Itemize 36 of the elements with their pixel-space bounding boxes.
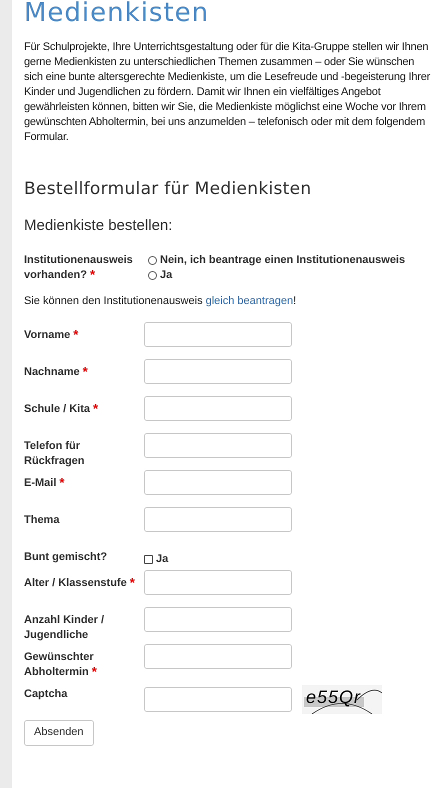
radio-button[interactable] xyxy=(148,256,157,265)
apply-link[interactable]: gleich beantragen xyxy=(206,295,294,307)
field-label: Institutionenausweis vorhanden? * xyxy=(24,254,133,281)
input-field[interactable] xyxy=(144,644,292,668)
field-label: Alter / Klassenstufe * xyxy=(24,576,135,588)
input-field[interactable] xyxy=(144,322,292,346)
radio-button[interactable] xyxy=(148,271,157,280)
radio-label: Nein, ich beantrage einen Institutionenausweis xyxy=(160,253,406,268)
input-field[interactable] xyxy=(144,606,292,632)
field-label: Telefon für Rückfragen xyxy=(24,440,85,466)
page-title: Medienkisten xyxy=(24,0,210,28)
captcha-image: e55Qr xyxy=(302,684,382,714)
checkbox[interactable] xyxy=(144,555,153,564)
submit-button[interactable]: Absenden xyxy=(24,720,94,746)
field-label: Bunt gemischt? xyxy=(24,550,108,562)
field-label: E-Mail * xyxy=(24,476,64,488)
radio-label: Ja xyxy=(160,268,172,284)
note-text: Sie können den Institutionenausweis gleich beantragen! xyxy=(24,294,298,309)
input-field[interactable] xyxy=(144,506,292,532)
checkbox-label: Ja xyxy=(156,552,168,568)
field-label: Anzahl Kinder / Jugendliche xyxy=(24,614,104,640)
input-field[interactable] xyxy=(144,396,292,420)
field-label: Captcha xyxy=(24,688,68,700)
input-field[interactable] xyxy=(144,432,292,458)
field-label: Vorname * xyxy=(24,328,78,340)
input-field[interactable] xyxy=(144,470,292,494)
field-label: Schule / Kita * xyxy=(24,402,98,414)
field-label: Gewünschter Abholtermin * xyxy=(24,650,97,678)
input-field[interactable] xyxy=(144,686,292,712)
field-label: Nachname * xyxy=(24,366,88,378)
input-field[interactable] xyxy=(144,358,292,384)
form-subheading: Medienkiste bestellen: xyxy=(24,216,174,236)
input-field[interactable] xyxy=(144,570,292,594)
field-label: Thema xyxy=(24,514,60,526)
intro-paragraph: Für Schulprojekte, Ihre Unterrichtsgestaltung oder für die Kita-Gruppe stellen wir Ihnen gerne Medienkisten zu unterschiedlichen Themen zusammen – oder Sie wünschen sich eine bunte altersgerechte Medienkiste, um die Lesefreude und -begeisterung Ihrer Kinder und Jugendlichen zu fördern. Damit wir Ihnen ein vielfältiges Angebot gewährleisten können, bitten wir Sie, die Medienkiste möglichst eine Woche vor Ihrem gewünschten Abholtermin, bei uns anzumelden – telefonisch oder mit dem folgendem Formular. xyxy=(24,40,432,145)
form-heading: Bestellformular für Medienkisten xyxy=(24,178,312,201)
